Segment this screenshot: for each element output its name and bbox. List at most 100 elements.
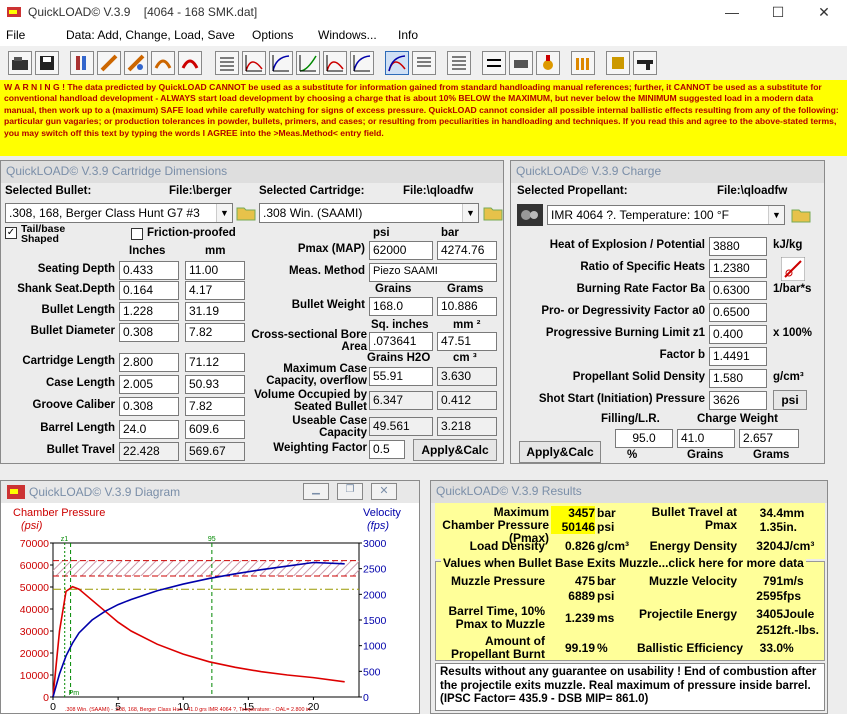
compare-icon[interactable] bbox=[482, 51, 506, 75]
friction-checkbox[interactable] bbox=[131, 228, 143, 240]
grams-label: Grams bbox=[753, 449, 790, 461]
list-icon[interactable] bbox=[412, 51, 436, 75]
cart-row-mm-field[interactable]: 11.00 bbox=[185, 261, 245, 280]
pressure-curve-icon[interactable] bbox=[242, 51, 266, 75]
diagram-title: QuickLOAD© V.3.9 Diagram bbox=[29, 485, 181, 499]
cart-row-inches-field[interactable]: 2.005 bbox=[119, 375, 179, 394]
shot-start-unit-button[interactable]: psi bbox=[773, 390, 807, 410]
cart-row-inches-field[interactable]: 1.228 bbox=[119, 302, 179, 321]
psi-unit: psi bbox=[597, 520, 615, 534]
weighting-factor-field[interactable]: 0.5 bbox=[369, 440, 405, 459]
cart-row-inches-field[interactable]: 0.308 bbox=[119, 323, 179, 342]
muzzle-velocity-ms-value: 791 bbox=[762, 574, 783, 588]
save-icon[interactable] bbox=[35, 51, 59, 75]
diagram-close-icon[interactable]: ✕ bbox=[371, 483, 397, 500]
charge-row-field[interactable]: 3880 bbox=[709, 237, 767, 256]
cart-row-inches-field[interactable]: 0.433 bbox=[119, 261, 179, 280]
propellant-folder-icon[interactable] bbox=[791, 206, 811, 224]
bore-area-in-field[interactable]: .073641 bbox=[369, 332, 433, 351]
menu-info[interactable]: Info bbox=[398, 28, 418, 42]
maximize-button[interactable]: ☐ bbox=[755, 0, 801, 24]
charge-row-field[interactable]: 1.4491 bbox=[709, 347, 767, 366]
charge-weight-grains-field[interactable]: 41.0 bbox=[677, 429, 735, 448]
charge-row-field[interactable]: 1.580 bbox=[709, 369, 767, 388]
primer-icon[interactable] bbox=[606, 51, 630, 75]
charge-apply-calc-button[interactable]: Apply&Calc bbox=[519, 441, 601, 463]
warning-text[interactable]: W A R N I N G ! The data predicted by Qu… bbox=[0, 80, 847, 156]
filling-field[interactable]: 95.0 bbox=[615, 429, 673, 448]
charge-row-field[interactable]: 0.400 bbox=[709, 325, 767, 344]
diagram-restore-icon[interactable]: ❐ bbox=[337, 483, 363, 500]
cartridge-folder-icon[interactable] bbox=[483, 204, 503, 222]
velocity-curve-icon[interactable] bbox=[269, 51, 293, 75]
cart-row-mm-field[interactable]: 50.93 bbox=[185, 375, 245, 394]
bullet-weight-grains-field[interactable]: 168.0 bbox=[369, 297, 433, 316]
cart-row-mm-field[interactable]: 609.6 bbox=[185, 420, 245, 439]
gun-icon[interactable] bbox=[633, 51, 657, 75]
menu-file[interactable]: File bbox=[6, 28, 25, 42]
volume-occupied-cm3-field[interactable]: 0.412 bbox=[437, 391, 497, 410]
rounds-icon[interactable] bbox=[571, 51, 595, 75]
tail-base-checkbox[interactable]: ✓ bbox=[5, 227, 17, 239]
chamber-icon[interactable] bbox=[178, 51, 202, 75]
cart-row-mm-field[interactable]: 31.19 bbox=[185, 302, 245, 321]
menu-windows[interactable]: Windows... bbox=[318, 28, 377, 42]
bullet-folder-icon[interactable] bbox=[236, 204, 256, 222]
energy-curve-icon[interactable] bbox=[323, 51, 347, 75]
pmax-bar-field[interactable]: 4274.76 bbox=[437, 241, 497, 260]
load-icon[interactable] bbox=[151, 51, 175, 75]
cartridge-apply-calc-button[interactable]: Apply&Calc bbox=[413, 439, 497, 461]
propellant-select-value: IMR 4064 ?. Temperature: 100 °F bbox=[551, 208, 730, 222]
cases-icon[interactable] bbox=[509, 51, 533, 75]
max-case-capacity-cm3-field[interactable]: 3.630 bbox=[437, 367, 497, 386]
cart-row-mm-field[interactable]: 7.82 bbox=[185, 323, 245, 342]
bullet-weight-grams-field[interactable]: 10.886 bbox=[437, 297, 497, 316]
cart-row-inches-field[interactable]: 22.428 bbox=[119, 442, 179, 461]
y-tick-label: 10000 bbox=[20, 670, 49, 682]
propellant-icon[interactable] bbox=[124, 51, 148, 75]
medal-icon[interactable] bbox=[536, 51, 560, 75]
menu-data[interactable]: Data: Add, Change, Load, Save bbox=[66, 28, 235, 42]
muzzle-values-header[interactable]: Values when Bullet Base Exits Muzzle...c… bbox=[441, 556, 806, 570]
bullet-select[interactable]: .308, 168, Berger Class Hunt G7 #3 ▼ bbox=[5, 203, 233, 223]
joule-unit: Joule bbox=[783, 607, 815, 621]
cart-row-mm-field[interactable]: 569.67 bbox=[185, 442, 245, 461]
pmax-psi-field[interactable]: 62000 bbox=[369, 241, 433, 260]
close-button[interactable]: ✕ bbox=[801, 0, 847, 24]
minimize-button[interactable]: — bbox=[709, 0, 755, 24]
charge-row-field[interactable]: 0.6500 bbox=[709, 303, 767, 322]
useable-capacity-grains-field[interactable]: 49.561 bbox=[369, 417, 433, 436]
cart-row-mm-field[interactable]: 71.12 bbox=[185, 353, 245, 372]
cart-row-inches-field[interactable]: 0.164 bbox=[119, 281, 179, 300]
bar-unit: bar bbox=[597, 574, 616, 588]
open-icon[interactable] bbox=[8, 51, 32, 75]
cart-row-mm-field[interactable]: 7.82 bbox=[185, 397, 245, 416]
bore-area-mm-field[interactable]: 47.51 bbox=[437, 332, 497, 351]
diagram-minimize-icon[interactable]: ▁ bbox=[303, 483, 329, 500]
volume-occupied-grains-field[interactable]: 6.347 bbox=[369, 391, 433, 410]
cartridge-icon[interactable] bbox=[97, 51, 121, 75]
time-curve-icon[interactable] bbox=[350, 51, 374, 75]
meas-method-field[interactable]: Piezo SAAMI bbox=[369, 263, 497, 282]
max-case-capacity-grains-field[interactable]: 55.91 bbox=[369, 367, 433, 386]
cart-row-inches-field[interactable]: 0.308 bbox=[119, 397, 179, 416]
burn-rate-tool-icon[interactable] bbox=[781, 257, 805, 281]
print-icon[interactable] bbox=[447, 51, 471, 75]
cart-row-inches-field[interactable]: 24.0 bbox=[119, 420, 179, 439]
propellant-icon[interactable] bbox=[517, 204, 543, 226]
propellant-select[interactable]: IMR 4064 ?. Temperature: 100 °F ▼ bbox=[547, 205, 785, 225]
menu-options[interactable]: Options bbox=[252, 28, 293, 42]
chevron-down-icon: ▼ bbox=[768, 206, 784, 224]
charge-row-field[interactable]: 3626 bbox=[709, 391, 767, 410]
charge-row-field[interactable]: 1.2380 bbox=[709, 259, 767, 278]
charge-row-field[interactable]: 0.6300 bbox=[709, 281, 767, 300]
cart-row-mm-field[interactable]: 4.17 bbox=[185, 281, 245, 300]
burn-curve-icon[interactable] bbox=[296, 51, 320, 75]
diagram-icon[interactable] bbox=[385, 51, 409, 75]
charge-weight-grams-field[interactable]: 2.657 bbox=[739, 429, 799, 448]
bullet-icon[interactable] bbox=[70, 51, 94, 75]
useable-capacity-cm3-field[interactable]: 3.218 bbox=[437, 417, 497, 436]
cartridge-select[interactable]: .308 Win. (SAAMI) ▼ bbox=[259, 203, 479, 223]
table-icon[interactable] bbox=[215, 51, 239, 75]
cart-row-inches-field[interactable]: 2.800 bbox=[119, 353, 179, 372]
